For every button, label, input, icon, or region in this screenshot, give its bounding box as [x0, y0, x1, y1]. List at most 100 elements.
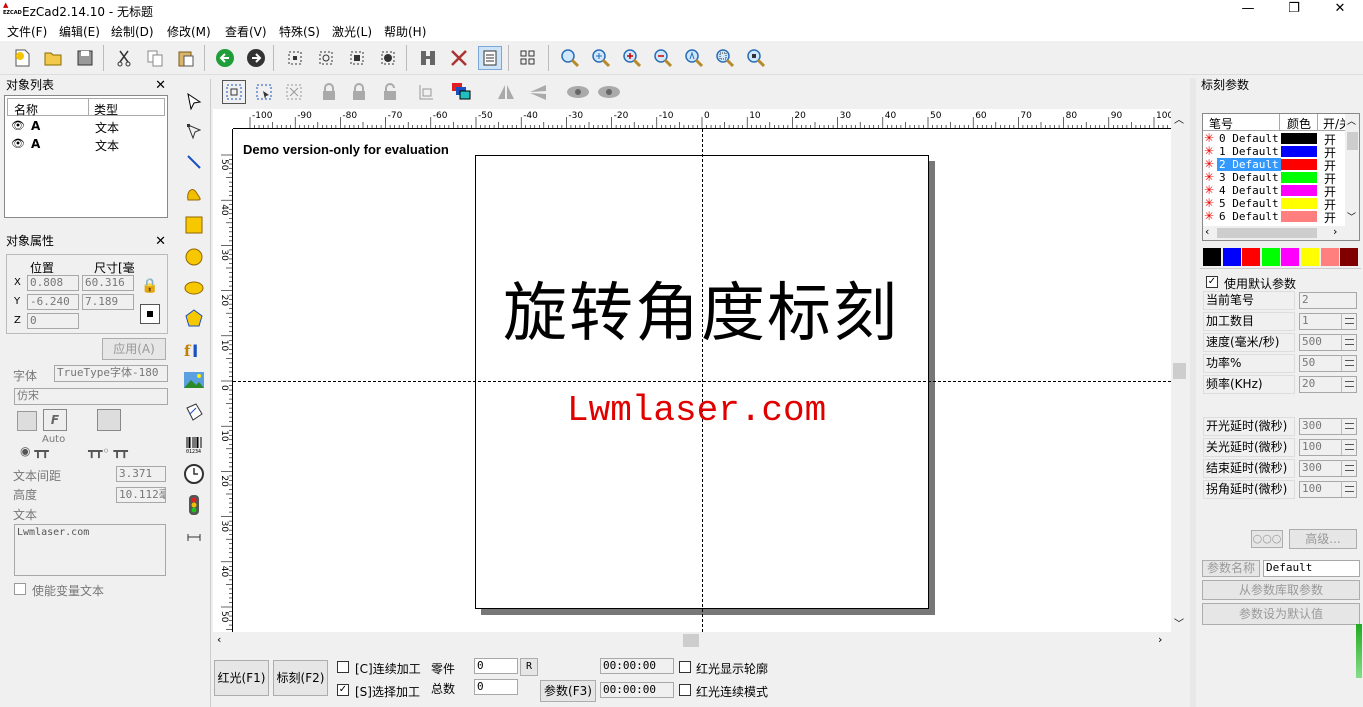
menu-special[interactable]: 特殊(S) — [279, 23, 320, 40]
list-item[interactable]: 👁 A 文本 — [9, 118, 165, 135]
pen-color-swatch[interactable] — [1281, 211, 1317, 222]
scroll-left-icon[interactable]: ‹ — [1205, 225, 1209, 238]
extend-axis-icon[interactable] — [181, 524, 207, 550]
scroll-up-icon[interactable]: ︿ — [1347, 114, 1356, 127]
col-color[interactable]: 颜色 — [1287, 115, 1311, 132]
zoom-icon[interactable] — [558, 46, 582, 70]
spin-button[interactable] — [1341, 313, 1357, 329]
use-default-checkbox[interactable]: ✓ — [1206, 276, 1218, 288]
mark-button[interactable]: 标刻(F2) — [273, 660, 328, 696]
zoom-plus-icon[interactable] — [620, 46, 644, 70]
eye-icon[interactable]: 👁 — [11, 119, 25, 132]
color-fill-icon[interactable] — [449, 80, 473, 104]
circle-icon[interactable] — [181, 244, 207, 270]
scroll-left-icon[interactable]: ‹ — [217, 633, 221, 646]
hscroll-thumb[interactable] — [1217, 228, 1317, 238]
english-text-object[interactable]: Lwmlaser.com — [567, 389, 867, 433]
scroll-down-icon[interactable]: ﹀ — [1174, 615, 1184, 630]
font-italic-icon[interactable]: F — [43, 409, 67, 431]
pointer-icon[interactable] — [181, 88, 207, 114]
close-icon[interactable]: ✕ — [1317, 0, 1363, 20]
polygon-icon[interactable] — [181, 305, 207, 331]
clock-icon[interactable] — [181, 461, 207, 487]
spacing-field[interactable]: 3.371 — [116, 466, 166, 482]
pen-color-swatch[interactable] — [1281, 185, 1317, 196]
maximize-icon[interactable]: ❐ — [1271, 0, 1317, 20]
save-font-icon[interactable] — [97, 409, 121, 431]
spin-button[interactable] — [1341, 355, 1357, 371]
menu-view[interactable]: 查看(V) — [225, 23, 267, 40]
group-icon[interactable] — [314, 46, 338, 70]
scroll-thumb[interactable] — [1347, 132, 1358, 150]
unlock-all-icon[interactable] — [378, 80, 402, 104]
hide-icon[interactable] — [596, 80, 620, 104]
font-type-select[interactable]: TrueType字体-180 — [54, 365, 168, 382]
pen-color-swatch[interactable] — [1281, 133, 1317, 144]
show-icon[interactable] — [565, 80, 589, 104]
lock-icon[interactable] — [317, 80, 341, 104]
canvas[interactable]: Demo version-only for evaluation 旋转角度标刻 … — [233, 129, 1171, 632]
font-name-select[interactable]: 仿宋 — [14, 388, 168, 405]
text-area[interactable]: Lwmlaser.com — [14, 524, 166, 576]
parts-field[interactable]: 0 — [474, 658, 518, 674]
show-outline-checkbox[interactable] — [679, 661, 691, 673]
apply-button[interactable]: 应用(A) — [102, 338, 166, 360]
bitmap-icon[interactable] — [181, 367, 207, 393]
align-bottom-left-icon[interactable] — [414, 80, 438, 104]
pen-color-swatch[interactable] — [1281, 198, 1317, 209]
invert-select-icon[interactable] — [282, 80, 306, 104]
line-icon[interactable] — [181, 149, 207, 175]
save-icon[interactable] — [73, 46, 97, 70]
pen-list-hscroll[interactable]: ‹ › — [1203, 225, 1345, 240]
advanced-button[interactable]: 高级... — [1289, 529, 1357, 549]
rectangle-icon[interactable] — [181, 212, 207, 238]
chain-button[interactable]: ○○○ — [1251, 530, 1283, 548]
scroll-down-icon[interactable]: ﹀ — [1347, 210, 1356, 223]
zoom-selection-icon[interactable] — [744, 46, 768, 70]
chinese-text-object[interactable]: 旋转角度标刻 — [503, 279, 913, 349]
zoom-fit-icon[interactable] — [713, 46, 737, 70]
minimize-icon[interactable]: — — [1225, 0, 1271, 20]
palette-swatch[interactable] — [1340, 248, 1359, 266]
horizontal-scrollbar[interactable]: ‹ › — [213, 632, 1171, 649]
spin-button[interactable] — [1341, 376, 1357, 392]
traffic-light-icon[interactable] — [181, 492, 207, 518]
select-all-icon[interactable] — [222, 80, 246, 104]
barcode-icon[interactable]: 01234 — [181, 431, 207, 457]
undo-icon[interactable] — [213, 46, 237, 70]
total-field[interactable]: 0 — [474, 679, 518, 695]
new-file-icon[interactable] — [10, 46, 34, 70]
y-pos-field[interactable]: -6.240 — [27, 294, 79, 310]
spin-button[interactable] — [1341, 439, 1357, 455]
mirror-v-icon[interactable] — [526, 80, 550, 104]
param-field[interactable]: 2 — [1299, 292, 1357, 309]
resize-grip[interactable] — [1356, 624, 1362, 678]
pen-list-vscroll[interactable]: ︿ ﹀ — [1345, 114, 1359, 240]
menu-draw[interactable]: 绘制(D) — [111, 23, 154, 40]
hatch-icon[interactable] — [416, 46, 440, 70]
font-list-icon[interactable] — [17, 411, 37, 431]
palette-swatch[interactable] — [1301, 248, 1319, 266]
spin-button[interactable] — [1341, 418, 1357, 434]
zoom-minus-icon[interactable] — [651, 46, 675, 70]
list-item[interactable]: 👁 A 文本 — [9, 136, 165, 153]
close-icon[interactable]: ✕ — [155, 78, 166, 93]
palette-swatch[interactable] — [1242, 248, 1261, 266]
spin-button[interactable] — [1341, 460, 1357, 476]
redo-icon[interactable] — [244, 46, 268, 70]
node-edit-tool-icon[interactable] — [181, 118, 207, 144]
pen-state[interactable]: 开 — [1324, 209, 1336, 226]
spin-button[interactable] — [1341, 481, 1357, 497]
set-default-button[interactable]: 参数设为默认值 — [1202, 603, 1360, 625]
right-splitter[interactable] — [1190, 78, 1196, 707]
from-lib-button[interactable]: 从参数库取参数 — [1202, 580, 1360, 600]
palette-swatch[interactable] — [1281, 248, 1300, 266]
var-text-checkbox[interactable] — [14, 583, 26, 595]
ungroup-icon[interactable] — [345, 46, 369, 70]
align-left-icon[interactable]: ◉ ┳┳ — [20, 444, 49, 458]
node-edit-icon[interactable] — [376, 46, 400, 70]
select-proc-checkbox[interactable]: ✓ — [337, 684, 349, 696]
tools-icon[interactable] — [447, 46, 471, 70]
eye-icon[interactable]: 👁 — [11, 137, 25, 150]
pen-color-swatch[interactable] — [1281, 159, 1317, 170]
